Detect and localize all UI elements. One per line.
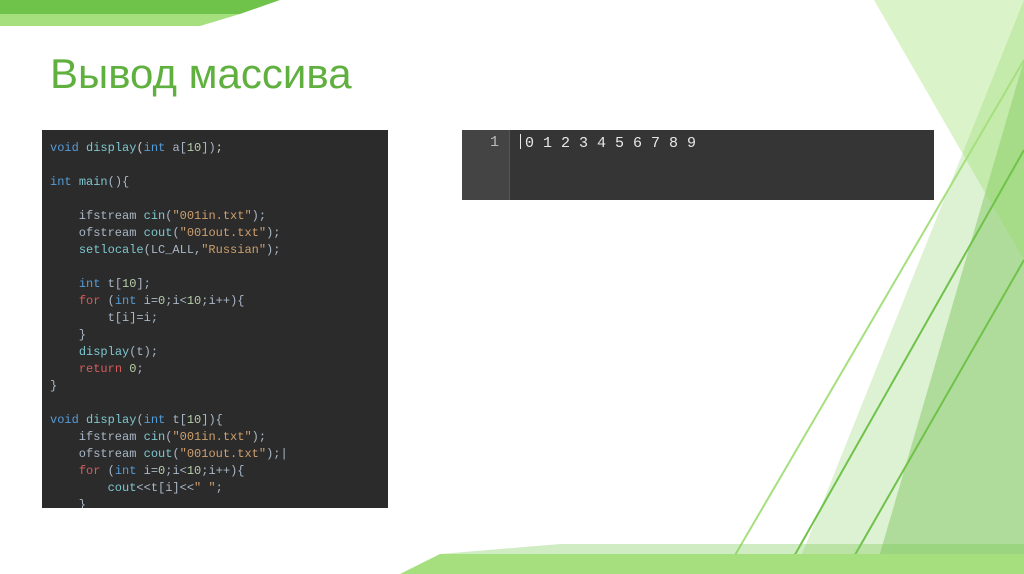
num-0: 0 [158,464,165,478]
brace-close: } [50,328,86,342]
size-10: 10 [187,141,201,155]
fn-setlocale: setlocale [79,243,144,257]
paren: ( [136,141,143,155]
stmt-ifstream2: ifstream [50,430,144,444]
for-sig: ;i++){ [201,464,244,478]
num-10: 10 [122,277,136,291]
cout2: cout [144,447,173,461]
for-c: ;i++){ [201,294,244,308]
call-arg: (t); [129,345,158,359]
num-10: 10 [187,464,201,478]
decor-bottom [0,544,1024,574]
decor-right [724,0,1024,574]
fn-display-call: display [79,345,129,359]
str-out: "001out.txt" [180,226,266,240]
cout-stream: cout [108,481,137,495]
kw-int: int [144,141,166,155]
for-a: i= [136,294,158,308]
output-text: 0 1 2 3 4 5 6 7 8 9 [525,135,696,152]
decl-t: t[ [100,277,122,291]
brace-close2: } [50,498,86,508]
loop-body: t[i]=i; [50,311,158,325]
fn-display-decl: display [86,141,136,155]
cout: cout [144,226,173,240]
kw-int: int [79,277,101,291]
num-0: 0 [129,362,136,376]
str-locale: "Russian" [201,243,266,257]
slide: Вывод массива void display(int a[10]); i… [0,0,1024,574]
param-a: a [165,141,179,155]
decor-top-left [0,0,300,40]
kw-void: void [50,141,79,155]
param-t: t[ [165,413,187,427]
kw-int: int [50,175,72,189]
text-cursor [520,134,521,149]
fn-display-def: display [86,413,136,427]
stmt-ofstream2: ofstream [50,447,144,461]
kw-int: int [144,413,166,427]
stmt-ifstream: ifstream [50,209,144,223]
kw-int: int [115,294,137,308]
output-line-number: 1 [462,130,510,200]
str-in: "001in.txt" [172,209,251,223]
kw-void: void [50,413,79,427]
slide-title: Вывод массива [50,50,352,98]
for-b: ;i< [165,294,187,308]
cin2: cin [144,430,166,444]
stmt-ofstream: ofstream [50,226,144,240]
stream-a: <<t[i]<< [136,481,194,495]
str-space: " " [194,481,216,495]
fn-main: main [79,175,108,189]
code-block: void display(int a[10]); int main(){ ifs… [42,130,388,508]
num-10: 10 [187,413,201,427]
kw-int: int [115,464,137,478]
output-body: 0 1 2 3 4 5 6 7 8 9 [510,130,934,200]
caret: | [280,447,287,461]
str-out2: "001out.txt" [180,447,266,461]
cin: cin [144,209,166,223]
num-10: 10 [187,294,201,308]
output-panel: 1 0 1 2 3 4 5 6 7 8 9 [462,130,934,200]
kw-for2: for [79,464,101,478]
semicolon: ; [216,141,223,155]
kw-return: return [79,362,122,376]
str-in2: "001in.txt" [172,430,251,444]
kw-for: for [79,294,101,308]
